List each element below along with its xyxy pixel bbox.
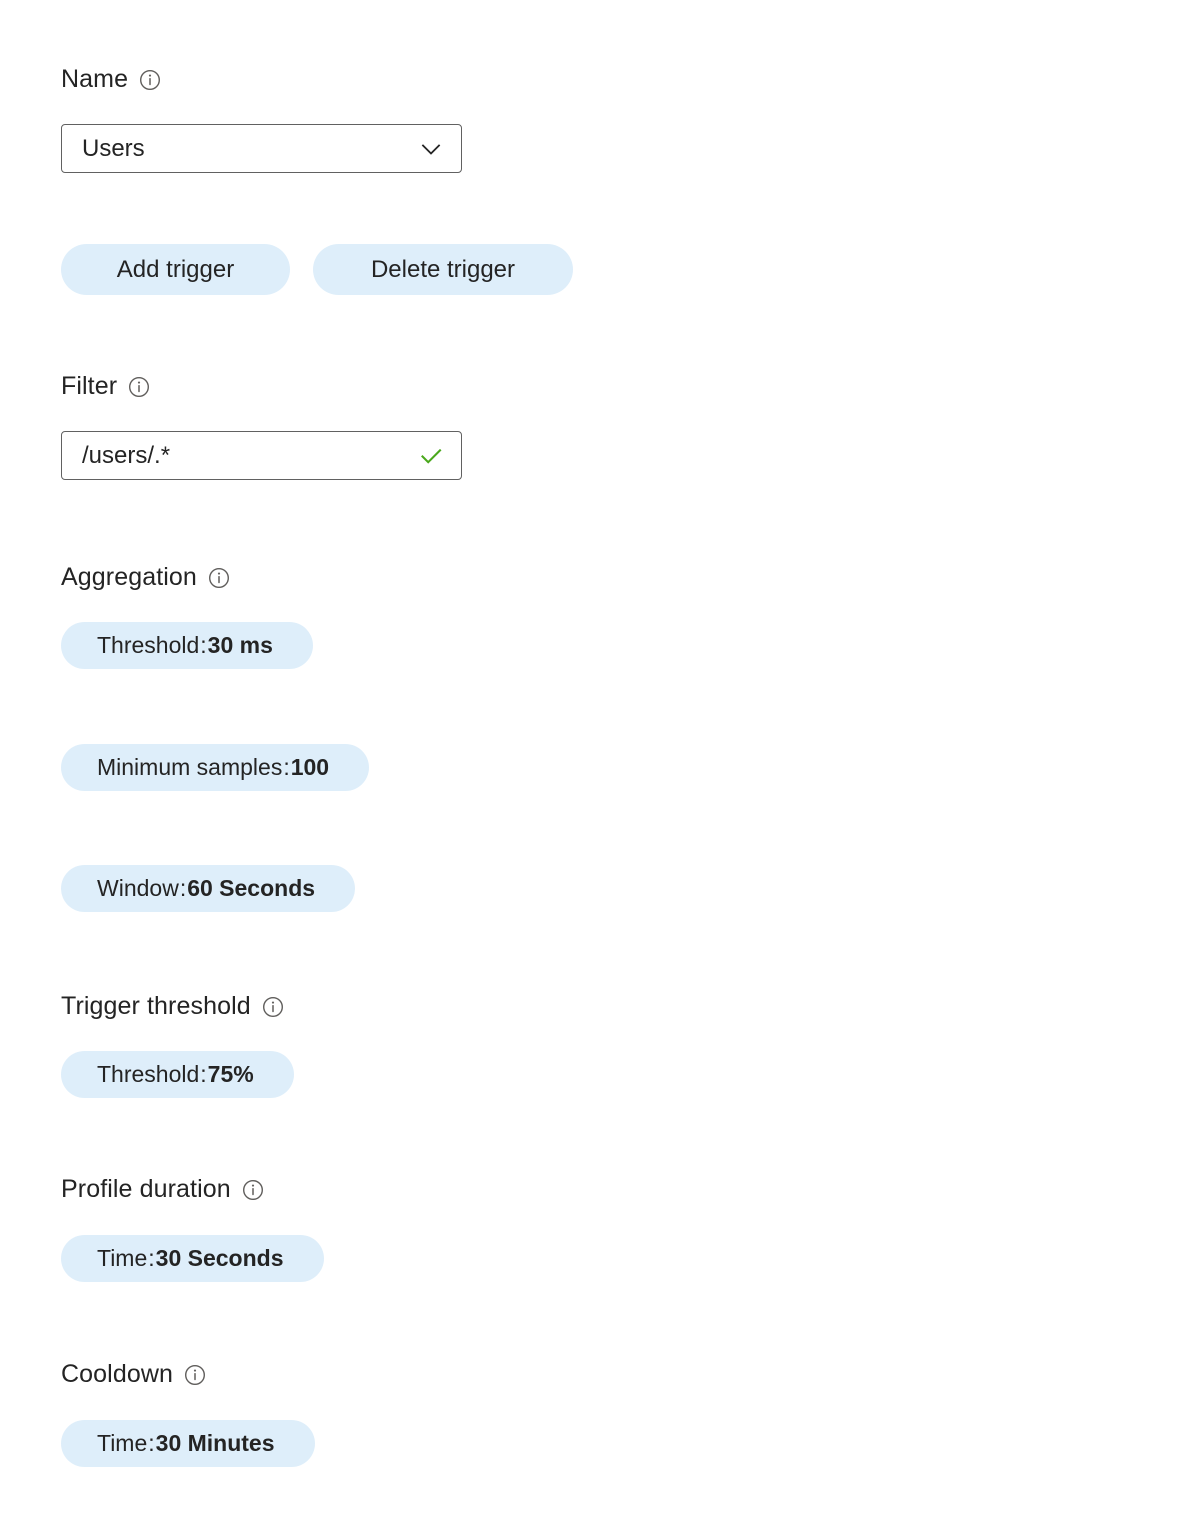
pill-value: 30 Seconds <box>155 1245 284 1271</box>
name-dropdown-value: Users <box>82 136 145 161</box>
cooldown-label-text: Cooldown <box>61 1360 173 1388</box>
trigger-settings-panel: Name Users Add trigger Delete trigger Fi… <box>0 0 1197 1530</box>
pill-value: 30 Minutes <box>155 1430 275 1456</box>
aggregation-threshold-pill[interactable]: Threshold : 30 ms <box>61 622 313 669</box>
pill-separator: : <box>200 1061 207 1087</box>
info-circle-icon[interactable] <box>184 1364 206 1386</box>
aggregation-minimum-samples-pill[interactable]: Minimum samples : 100 <box>61 744 370 791</box>
pill-separator: : <box>200 632 207 658</box>
pill-value: 100 <box>290 754 330 780</box>
pill-value: 75% <box>207 1061 254 1087</box>
checkmark-icon <box>411 436 451 476</box>
pill-key: Minimum samples <box>97 754 283 780</box>
name-label-text: Name <box>61 65 129 93</box>
cooldown-time-pill[interactable]: Time : 30 Minutes <box>61 1420 315 1467</box>
cooldown-field-label: Cooldown <box>61 1360 206 1389</box>
pill-key: Threshold <box>97 1061 200 1087</box>
name-field-label: Name <box>61 65 161 94</box>
profile-duration-label-text: Profile duration <box>61 1175 231 1203</box>
info-circle-icon[interactable] <box>208 567 230 589</box>
info-circle-icon[interactable] <box>128 376 150 398</box>
aggregation-field-label: Aggregation <box>61 563 230 592</box>
info-circle-icon[interactable] <box>262 996 284 1018</box>
add-trigger-button[interactable]: Add trigger <box>61 244 290 295</box>
name-dropdown[interactable]: Users <box>61 124 462 173</box>
trigger-threshold-pill[interactable]: Threshold : 75% <box>61 1051 294 1098</box>
add-trigger-label: Add trigger <box>116 255 235 283</box>
pill-value: 60 Seconds <box>187 875 316 901</box>
pill-separator: : <box>148 1245 155 1271</box>
pill-separator: : <box>148 1430 155 1456</box>
chevron-down-icon[interactable] <box>411 129 451 169</box>
pill-value: 30 ms <box>207 632 273 658</box>
trigger-threshold-field-label: Trigger threshold <box>61 992 284 1021</box>
pill-key: Time <box>97 1430 148 1456</box>
filter-field-label: Filter <box>61 372 150 401</box>
aggregation-label-text: Aggregation <box>61 563 197 591</box>
info-circle-icon[interactable] <box>242 1179 264 1201</box>
delete-trigger-label: Delete trigger <box>370 255 516 283</box>
pill-separator: : <box>179 875 187 901</box>
pill-key: Threshold <box>97 632 200 658</box>
trigger-threshold-label-text: Trigger threshold <box>61 992 251 1020</box>
filter-label-text: Filter <box>61 372 118 400</box>
pill-separator: : <box>283 754 290 780</box>
pill-key: Time <box>97 1245 148 1271</box>
aggregation-window-pill[interactable]: Window : 60 Seconds <box>61 865 356 912</box>
profile-duration-time-pill[interactable]: Time : 30 Seconds <box>61 1235 324 1282</box>
delete-trigger-button[interactable]: Delete trigger <box>313 244 573 295</box>
pill-key: Window <box>97 875 179 901</box>
filter-input-value: /users/.* <box>82 443 171 468</box>
filter-input[interactable]: /users/.* <box>61 431 462 480</box>
info-circle-icon[interactable] <box>139 69 161 91</box>
profile-duration-field-label: Profile duration <box>61 1175 264 1204</box>
